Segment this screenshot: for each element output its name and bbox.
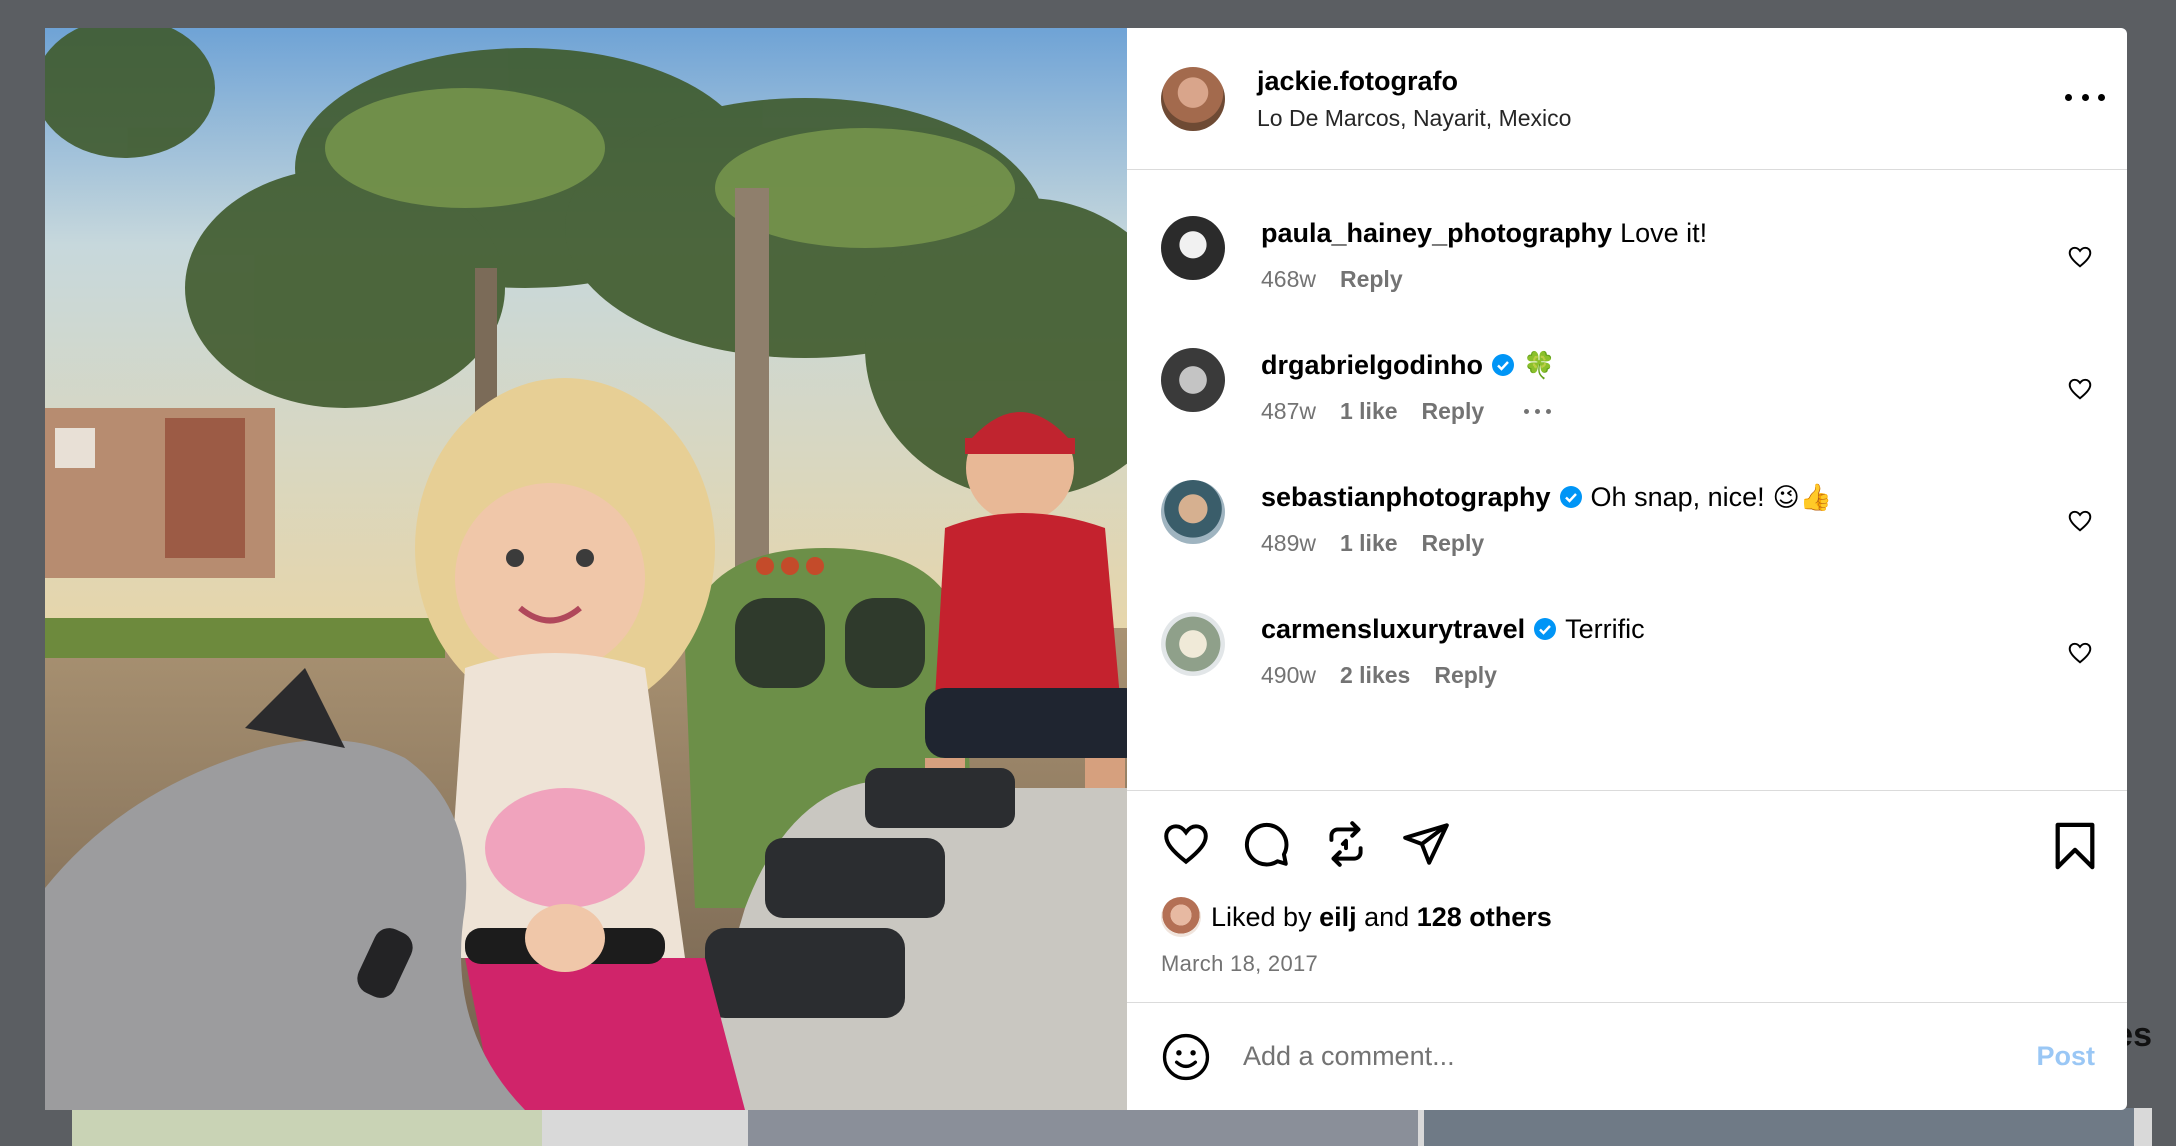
- post-actions: Liked by eilj and 128 others March 18, 2…: [1127, 790, 2127, 1002]
- reply-button[interactable]: Reply: [1422, 398, 1485, 425]
- commenter-avatar[interactable]: [1161, 348, 1225, 412]
- comment-item: drgabrielgodinho 🍀 487w 1 like Reply: [1161, 348, 2093, 480]
- author-avatar[interactable]: [1161, 66, 1225, 131]
- verified-badge-icon: [1492, 354, 1514, 376]
- comment-age: 490w: [1261, 662, 1316, 688]
- comment-like-heart-icon[interactable]: [2067, 640, 2093, 666]
- reply-button[interactable]: Reply: [1422, 530, 1485, 557]
- like-heart-icon[interactable]: [1161, 819, 1211, 869]
- commenter-avatar[interactable]: [1161, 216, 1225, 280]
- commenter-avatar[interactable]: [1161, 480, 1225, 544]
- share-send-icon[interactable]: [1401, 819, 1451, 869]
- background-thumbnail: [72, 1108, 542, 1146]
- reply-button[interactable]: Reply: [1434, 662, 1497, 689]
- repost-icon[interactable]: [1321, 819, 1371, 869]
- comment-item: paula_hainey_photography Love it! 468w R…: [1161, 216, 2093, 348]
- liker-username[interactable]: eilj: [1319, 902, 1357, 933]
- post-photo: [45, 28, 1127, 1110]
- comment-username[interactable]: drgabrielgodinho: [1261, 348, 1483, 382]
- verified-badge-icon: [1559, 486, 1582, 508]
- save-bookmark-icon[interactable]: [2053, 821, 2097, 871]
- post-location[interactable]: Lo De Marcos, Nayarit, Mexico: [1257, 105, 1571, 132]
- likes-others-link[interactable]: 128 others: [1417, 902, 1552, 933]
- comment-item: sebastianphotography Oh snap, nice! 😉👍 4…: [1161, 480, 2093, 612]
- comment-text: Oh snap, nice!: [1590, 482, 1765, 512]
- comment-username[interactable]: carmensluxurytravel: [1261, 612, 1525, 646]
- comment-emoji: 🍀: [1523, 350, 1556, 380]
- emoji-smiley-icon[interactable]: [1161, 1032, 1211, 1082]
- liked-by-and: and: [1364, 901, 1410, 932]
- comments-list: paula_hainey_photography Love it! 468w R…: [1127, 170, 2127, 790]
- comment-like-heart-icon[interactable]: [2067, 376, 2093, 402]
- comment-text: Love it!: [1620, 218, 1708, 248]
- add-comment-bar: Post: [1127, 1002, 2127, 1110]
- liked-by-line: Liked by eilj and 128 others: [1161, 897, 2093, 937]
- post-photo-illustration: [45, 28, 1127, 1110]
- comment-emoji: 😉👍: [1772, 482, 1833, 512]
- add-comment-input[interactable]: [1243, 1041, 1943, 1072]
- comment-age: 489w: [1261, 530, 1316, 556]
- comment-age: 487w: [1261, 398, 1316, 424]
- comment-likes-count[interactable]: 1 like: [1340, 398, 1398, 425]
- background-thumbnail: [748, 1108, 1418, 1146]
- comment-username[interactable]: paula_hainey_photography: [1261, 216, 1612, 250]
- post-side-panel: jackie.fotografo Lo De Marcos, Nayarit, …: [1127, 28, 2127, 1110]
- post-date[interactable]: March 18, 2017: [1161, 951, 2093, 977]
- comment-likes-count[interactable]: 2 likes: [1340, 662, 1410, 689]
- comment-item: carmensluxurytravel Terrific 490w 2 like…: [1161, 612, 2093, 744]
- author-username[interactable]: jackie.fotografo: [1257, 66, 1571, 97]
- background-thumbnail: [1424, 1108, 2134, 1146]
- comment-like-heart-icon[interactable]: [2067, 244, 2093, 270]
- post-header: jackie.fotografo Lo De Marcos, Nayarit, …: [1127, 28, 2127, 170]
- comment-bubble-icon[interactable]: [1241, 819, 1291, 869]
- comment-username[interactable]: sebastianphotography: [1261, 480, 1551, 514]
- comment-age: 468w: [1261, 266, 1316, 292]
- liker-avatar[interactable]: [1161, 897, 1201, 937]
- commenter-avatar[interactable]: [1161, 612, 1225, 676]
- more-options-icon[interactable]: [2065, 82, 2105, 112]
- comment-like-heart-icon[interactable]: [2067, 508, 2093, 534]
- comment-more-icon[interactable]: [1524, 409, 1552, 414]
- post-comment-button[interactable]: Post: [2036, 1041, 2095, 1072]
- liked-by-prefix: Liked by: [1211, 901, 1312, 932]
- comment-likes-count[interactable]: 1 like: [1340, 530, 1398, 557]
- comment-text: Terrific: [1565, 614, 1645, 644]
- post-modal: jackie.fotografo Lo De Marcos, Nayarit, …: [45, 28, 2127, 1110]
- reply-button[interactable]: Reply: [1340, 266, 1403, 293]
- verified-badge-icon: [1534, 618, 1557, 640]
